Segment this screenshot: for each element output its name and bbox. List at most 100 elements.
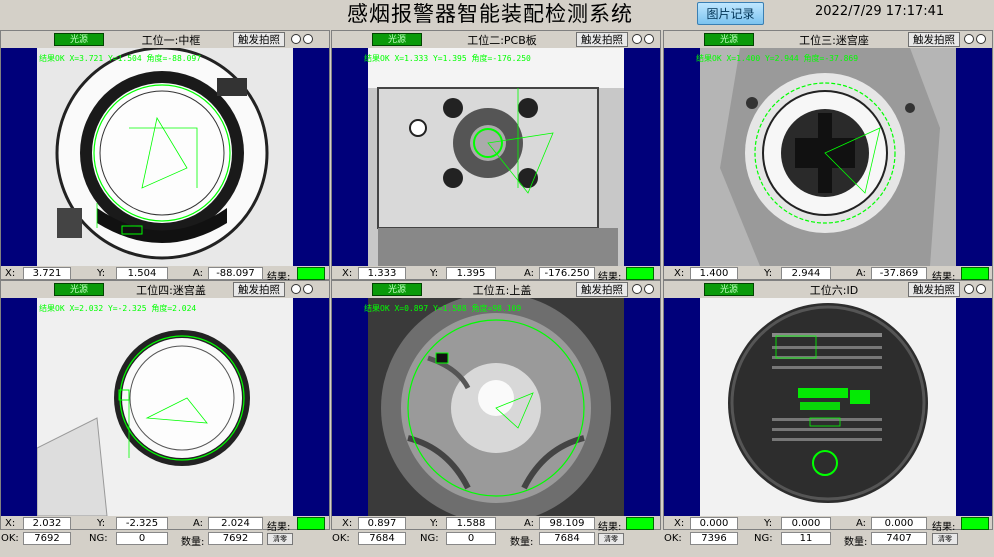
station-name: 工位三:迷宫座 — [799, 34, 869, 47]
camera-view: 结果OK X=0.897 Y=1.588 角度=98.109 — [332, 298, 660, 516]
a-label: A: — [524, 268, 535, 279]
camera-image — [368, 298, 624, 516]
a-value: -88.097 — [208, 267, 263, 280]
y-value: 1.395 — [446, 267, 496, 280]
trigger-capture-button[interactable]: 触发拍照 — [233, 32, 285, 47]
y-label: Y: — [97, 268, 106, 279]
status-indicator-2 — [644, 284, 654, 294]
x-value: 0.000 — [690, 517, 738, 530]
status-indicator-1 — [964, 34, 974, 44]
panel-header: 光源 工位四:迷宫盖 触发拍照 — [1, 281, 329, 298]
x-value: 2.032 — [23, 517, 71, 530]
clear-button[interactable]: 清零 — [598, 533, 624, 545]
x-value: 1.400 — [690, 267, 738, 280]
ok-label: OK: — [332, 533, 350, 544]
light-button[interactable]: 光源 — [372, 33, 422, 46]
panel-header: 光源 工位五:上盖 触发拍照 — [332, 281, 660, 298]
total-count: 7407 — [871, 532, 927, 545]
ng-count: 0 — [446, 532, 496, 545]
a-label: A: — [856, 518, 867, 529]
a-value: 0.000 — [871, 517, 927, 530]
y-label: Y: — [764, 518, 773, 529]
status-indicator-1 — [964, 284, 974, 294]
result-indicator — [297, 267, 325, 280]
x-label: X: — [342, 268, 353, 279]
ng-label: NG: — [754, 533, 773, 544]
datetime-display: 2022/7/29 17:17:41 — [815, 4, 945, 19]
status-indicator-2 — [644, 34, 654, 44]
y-value: 0.000 — [781, 517, 831, 530]
a-value: -37.869 — [871, 267, 927, 280]
total-count: 7692 — [208, 532, 263, 545]
light-button[interactable]: 光源 — [704, 283, 754, 296]
a-value: 2.024 — [208, 517, 263, 530]
camera-image — [37, 298, 293, 516]
status-indicator-2 — [976, 34, 986, 44]
y-value: 2.944 — [781, 267, 831, 280]
result-overlay: 结果OK X=2.032 Y=-2.325 角度=2.024 — [39, 304, 197, 313]
trigger-capture-button[interactable]: 触发拍照 — [233, 282, 285, 297]
stats-area: X: 0.897 Y: 1.588 A: 98.109 结果: OK: 7684… — [332, 517, 660, 557]
y-label: Y: — [97, 518, 106, 529]
y-label: Y: — [430, 518, 439, 529]
ng-count: 0 — [116, 532, 168, 545]
result-indicator — [626, 267, 654, 280]
result-overlay: 结果OK X=3.721 Y=1.504 角度=-88.097 — [39, 54, 202, 63]
result-indicator — [297, 517, 325, 530]
count-label: 数量: — [181, 537, 205, 548]
camera-view — [664, 298, 992, 516]
status-indicator-1 — [632, 34, 642, 44]
light-button[interactable]: 光源 — [704, 33, 754, 46]
count-label: 数量: — [510, 537, 534, 548]
result-overlay: 结果OK X=1.400 Y=2.944 角度=-37.869 — [696, 54, 859, 63]
ok-count: 7684 — [358, 532, 406, 545]
clear-button[interactable]: 清零 — [267, 533, 293, 545]
a-label: A: — [856, 268, 867, 279]
header-bar: 感烟报警器智能装配检测系统 图片记录 2022/7/29 17:17:41 — [0, 0, 994, 30]
trigger-capture-button[interactable]: 触发拍照 — [576, 32, 628, 47]
image-records-button[interactable]: 图片记录 — [697, 2, 764, 25]
ok-count: 7692 — [23, 532, 71, 545]
ng-label: NG: — [89, 533, 108, 544]
light-button[interactable]: 光源 — [54, 283, 104, 296]
panel-header: 光源 工位六:ID 触发拍照 — [664, 281, 992, 298]
app-title: 感烟报警器智能装配检测系统 — [347, 2, 633, 26]
result-overlay: 结果OK X=1.333 Y=1.395 角度=-176.250 — [364, 54, 531, 63]
x-label: X: — [342, 518, 353, 529]
camera-image — [700, 298, 956, 516]
result-label: 结果: — [267, 522, 291, 533]
result-overlay: 结果OK X=0.897 Y=1.588 角度=98.109 — [364, 304, 522, 313]
stats-area: X: 0.000 Y: 0.000 A: 0.000 结果: OK: 7396 … — [664, 517, 992, 557]
x-value: 0.897 — [358, 517, 406, 530]
stats-area: X: 2.032 Y: -2.325 A: 2.024 结果: OK: 7692… — [1, 517, 329, 557]
result-label: 结果: — [932, 522, 956, 533]
trigger-capture-button[interactable]: 触发拍照 — [908, 32, 960, 47]
station-panel-4: 光源 工位四:迷宫盖 触发拍照 结果OK X=2.032 Y=-2.325 角度… — [0, 280, 330, 548]
clear-button[interactable]: 清零 — [932, 533, 958, 545]
panel-header: 光源 工位三:迷宫座 触发拍照 — [664, 31, 992, 48]
station-panel-3: 光源 工位三:迷宫座 触发拍照 结果OK X=1.400 Y=2.944 角度=… — [663, 30, 993, 298]
camera-view: 结果OK X=3.721 Y=1.504 角度=-88.097 — [1, 48, 329, 266]
camera-view: 结果OK X=1.333 Y=1.395 角度=-176.250 — [332, 48, 660, 266]
trigger-capture-button[interactable]: 触发拍照 — [576, 282, 628, 297]
status-indicator-2 — [303, 284, 313, 294]
camera-image — [700, 48, 956, 266]
status-indicator-2 — [976, 284, 986, 294]
station-panel-1: 光源 工位一:中框 触发拍照 结果OK X=3.721 Y=1.504 角度=-… — [0, 30, 330, 298]
x-label: X: — [674, 268, 685, 279]
x-value: 1.333 — [358, 267, 406, 280]
x-label: X: — [674, 518, 685, 529]
ng-label: NG: — [420, 533, 439, 544]
light-button[interactable]: 光源 — [54, 33, 104, 46]
ok-label: OK: — [1, 533, 19, 544]
status-indicator-1 — [632, 284, 642, 294]
y-label: Y: — [430, 268, 439, 279]
light-button[interactable]: 光源 — [372, 283, 422, 296]
y-value: -2.325 — [116, 517, 168, 530]
camera-image — [368, 48, 624, 266]
a-label: A: — [193, 268, 204, 279]
station-name: 工位五:上盖 — [472, 284, 532, 297]
result-indicator — [961, 267, 989, 280]
x-label: X: — [5, 518, 16, 529]
trigger-capture-button[interactable]: 触发拍照 — [908, 282, 960, 297]
